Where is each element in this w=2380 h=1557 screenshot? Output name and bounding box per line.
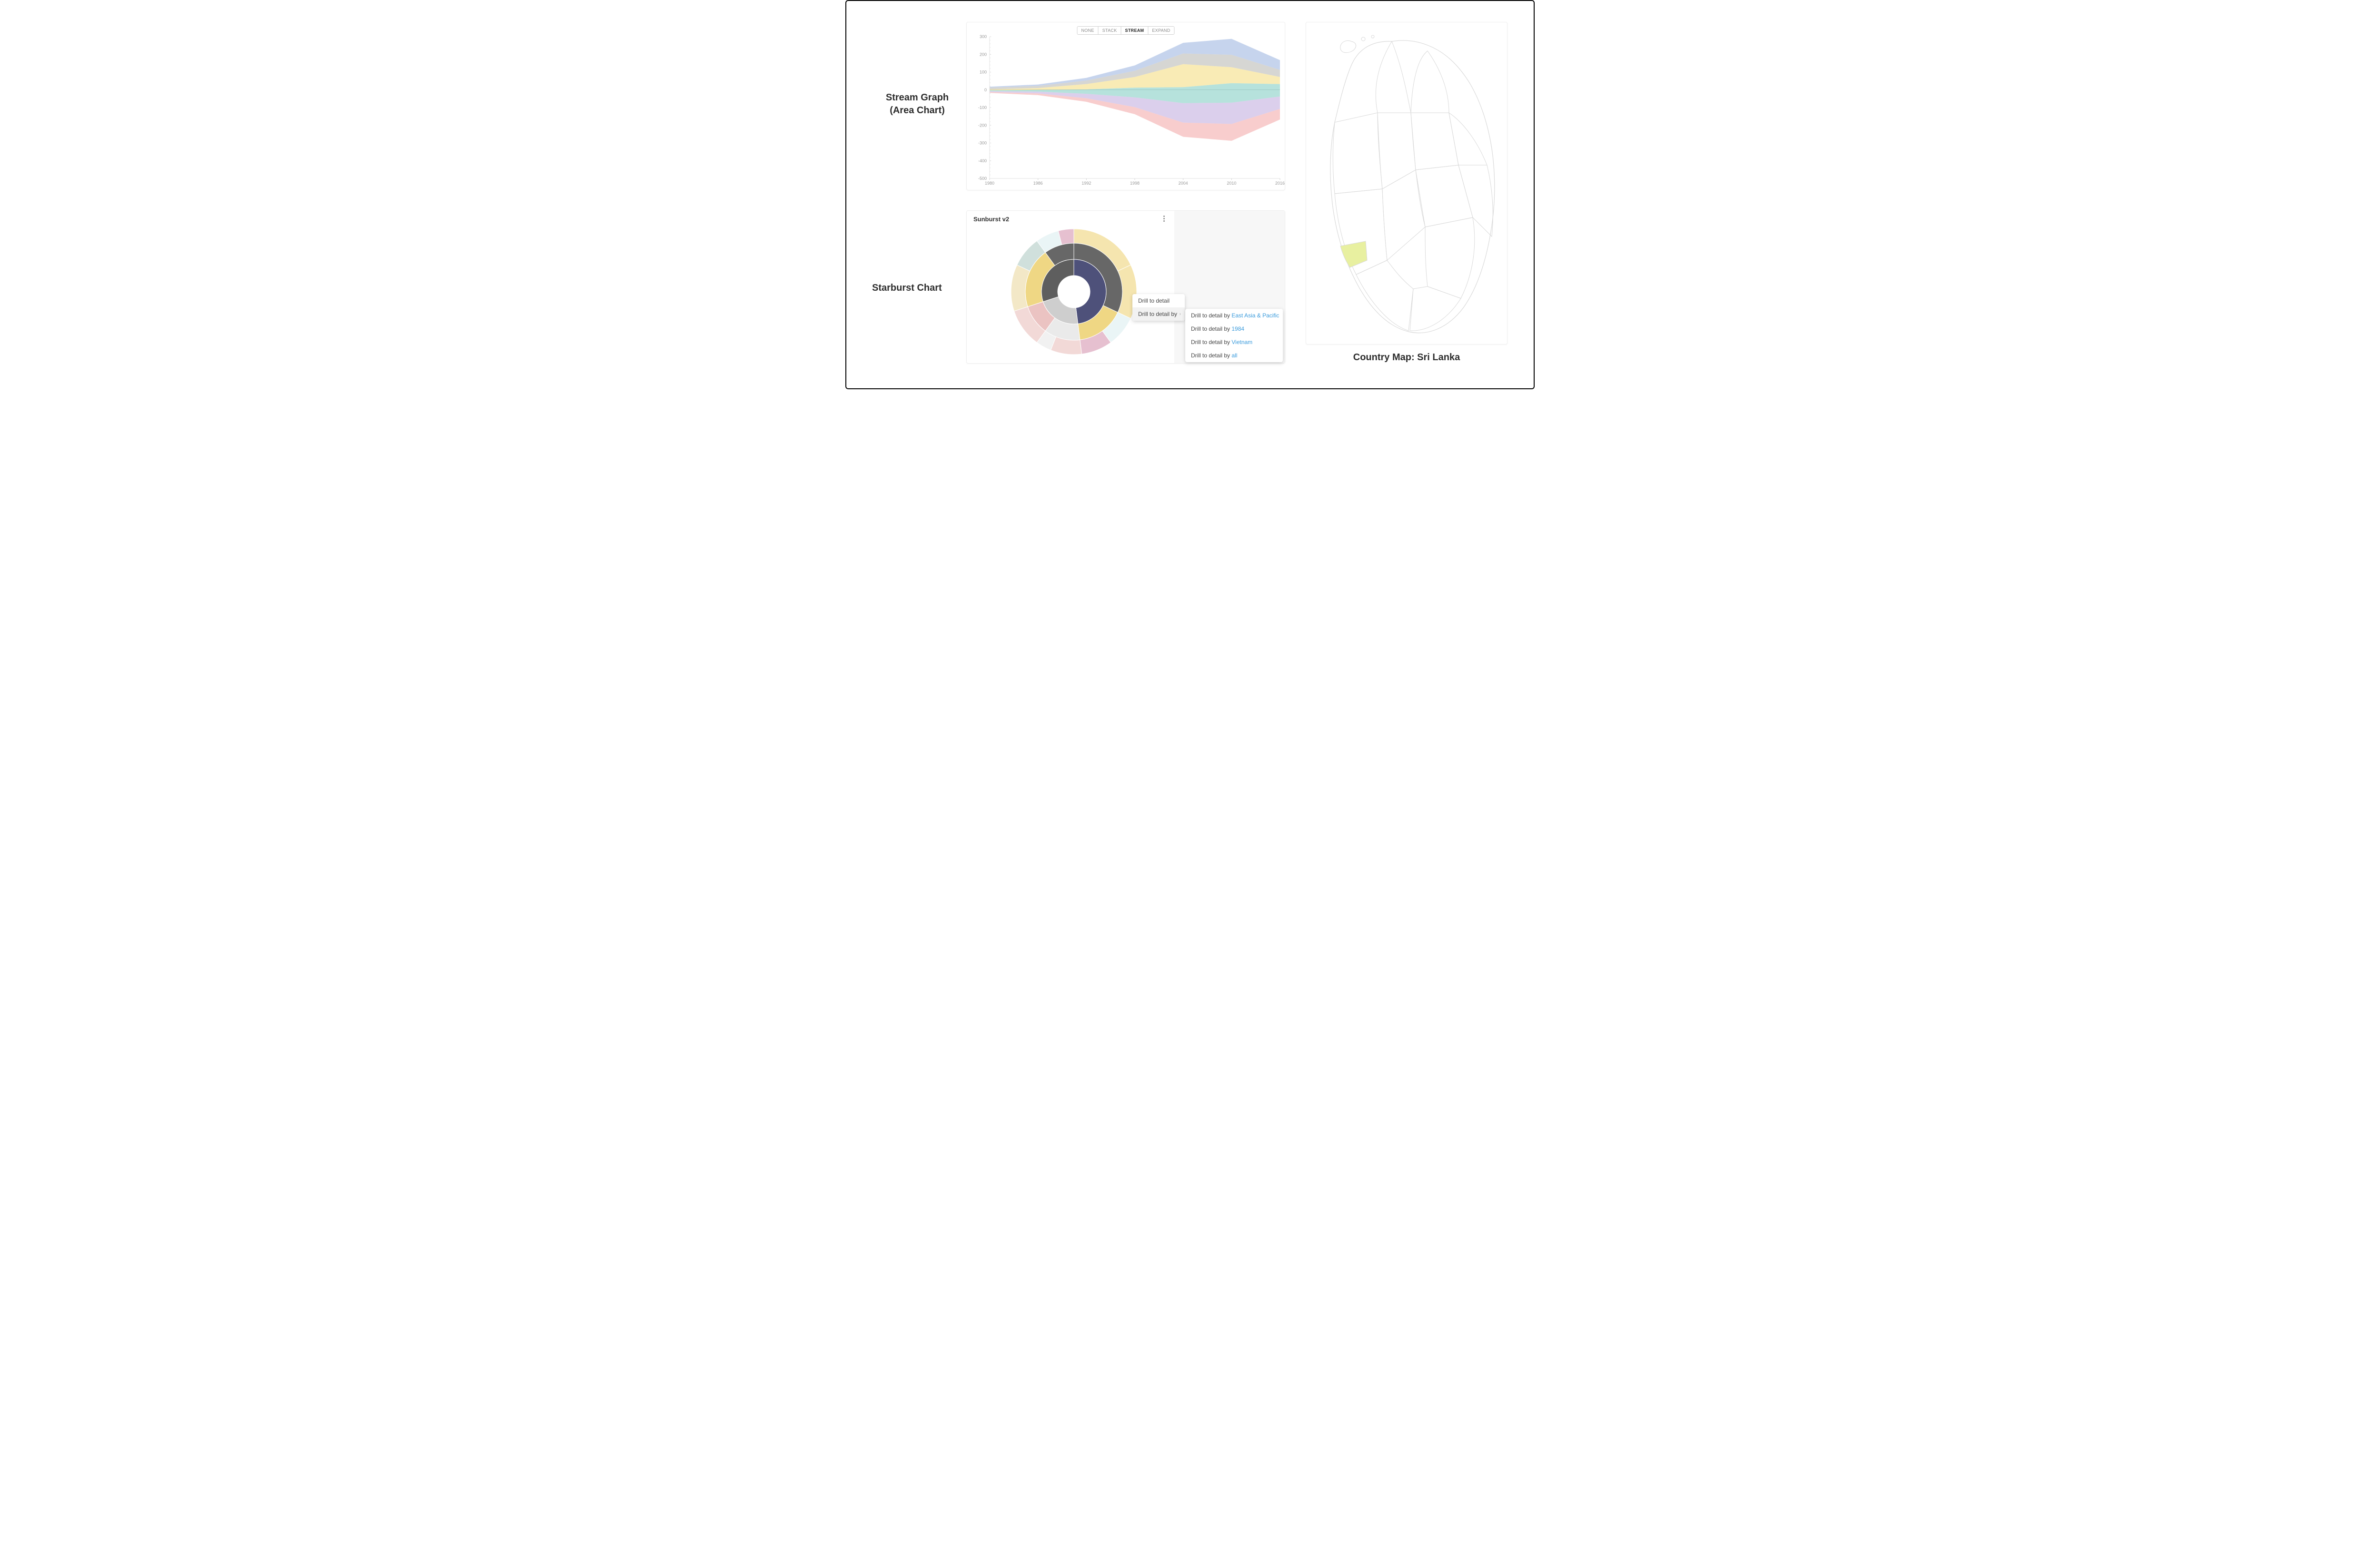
stream-stack-mode-toggle: NONE STACK STREAM EXPAND — [1077, 26, 1174, 35]
svg-text:2016: 2016 — [1275, 181, 1285, 186]
stack-mode-expand-button[interactable]: EXPAND — [1148, 27, 1174, 34]
stack-mode-none-button[interactable]: NONE — [1077, 27, 1098, 34]
svg-text:-400: -400 — [978, 158, 987, 163]
chevron-right-icon: › — [1180, 312, 1181, 317]
country-map-panel — [1306, 22, 1507, 345]
stream-graph-panel: NONE STACK STREAM EXPAND -500 -400 -300 -20… — [966, 22, 1285, 190]
sunburst-context-submenu: Drill to detail by East Asia & Pacific D… — [1185, 309, 1283, 362]
kebab-menu-icon[interactable] — [1163, 216, 1165, 222]
svg-text:200: 200 — [980, 52, 987, 57]
sunburst-title-label: Starburst Chart — [872, 282, 942, 295]
svg-text:2004: 2004 — [1179, 181, 1188, 186]
stream-title-line1: Stream Graph — [872, 91, 962, 104]
ctx-drill-to-detail-by[interactable]: Drill to detail by › — [1132, 307, 1185, 321]
sri-lanka-map[interactable] — [1306, 22, 1508, 345]
svg-text:-500: -500 — [978, 176, 987, 181]
stream-graph-chart: -500 -400 -300 -200 -100 0 100 200 300 1980 1986 19… — [967, 22, 1286, 191]
ctx-sub-option-3[interactable]: Drill to detail by all — [1185, 349, 1283, 362]
map-caption: Country Map: Sri Lanka — [1306, 352, 1507, 363]
ctx-drill-to-detail[interactable]: Drill to detail — [1132, 294, 1185, 307]
ctx-sub-option-1[interactable]: Drill to detail by 1984 — [1185, 322, 1283, 335]
svg-text:100: 100 — [980, 70, 987, 75]
svg-text:-200: -200 — [978, 123, 987, 128]
ctx-sub-option-0[interactable]: Drill to detail by East Asia & Pacific — [1185, 309, 1283, 322]
svg-text:1986: 1986 — [1033, 181, 1043, 186]
svg-text:300: 300 — [980, 34, 987, 39]
stack-mode-stream-button[interactable]: STREAM — [1121, 27, 1149, 34]
sunburst-panel: Sunburst v2 Drill to detail Drill to det… — [966, 210, 1285, 364]
stack-mode-stack-button[interactable]: STACK — [1099, 27, 1121, 34]
svg-text:-100: -100 — [978, 105, 987, 110]
stream-title-line2: (Area Chart) — [872, 104, 962, 117]
svg-text:1992: 1992 — [1081, 181, 1091, 186]
svg-text:1998: 1998 — [1130, 181, 1140, 186]
sunburst-panel-title: Sunburst v2 — [973, 216, 1009, 223]
sunburst-chart[interactable] — [967, 211, 1175, 364]
sunburst-context-menu: Drill to detail Drill to detail by › — [1132, 294, 1185, 321]
svg-text:2010: 2010 — [1227, 181, 1236, 186]
svg-text:1980: 1980 — [985, 181, 994, 186]
svg-text:0: 0 — [984, 88, 987, 92]
ctx-sub-option-2[interactable]: Drill to detail by Vietnam — [1185, 335, 1283, 349]
stream-title-label: Stream Graph (Area Chart) — [872, 91, 962, 117]
svg-text:-300: -300 — [978, 141, 987, 146]
slide-canvas: Stream Graph (Area Chart) Starburst Char… — [845, 0, 1535, 389]
